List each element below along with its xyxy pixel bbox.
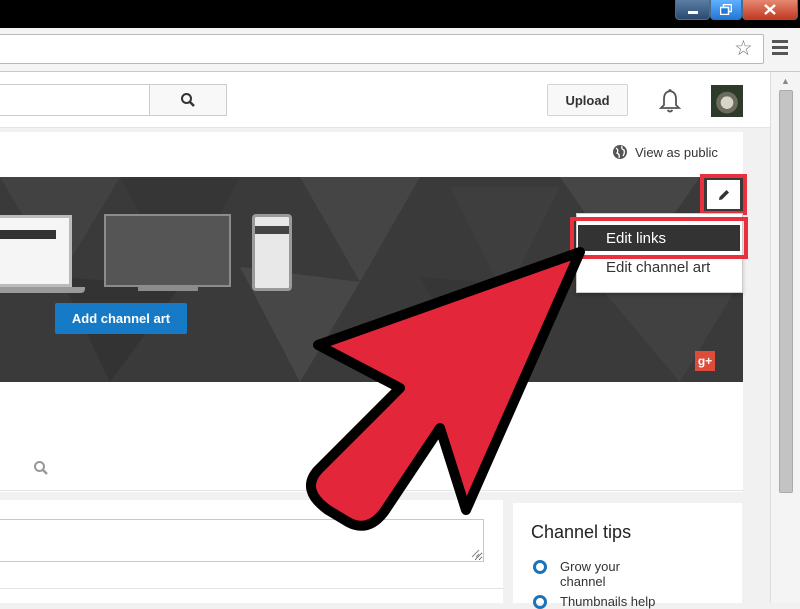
tv-preview-stand [138, 287, 198, 291]
maximize-icon [720, 4, 732, 15]
pencil-highlight-box [700, 174, 747, 215]
search-input[interactable] [0, 84, 150, 116]
menu-item-edit-channel-art[interactable]: Edit channel art [606, 259, 710, 276]
scrollbar-thumb[interactable] [779, 90, 793, 493]
card-divider [0, 588, 503, 589]
edit-links-highlight-box [570, 217, 748, 259]
address-bar[interactable] [0, 34, 764, 64]
view-as-public-link[interactable]: View as public [612, 144, 718, 160]
search-icon[interactable] [33, 460, 49, 476]
globe-icon [613, 145, 627, 159]
tip-item-thumbnails[interactable]: Thumbnails help [560, 594, 655, 609]
view-as-public-label: View as public [635, 144, 718, 160]
restore-button[interactable] [710, 0, 742, 20]
search-icon [181, 93, 195, 107]
minimize-button[interactable] [675, 0, 710, 20]
upload-button[interactable]: Upload [547, 84, 628, 116]
menu-icon[interactable] [772, 40, 788, 56]
laptop-preview [0, 215, 72, 287]
tip-item-grow[interactable]: Grow your channel [560, 559, 640, 589]
laptop-preview-base [0, 287, 85, 293]
close-icon [764, 4, 776, 15]
bell-icon[interactable] [658, 88, 682, 114]
minimize-icon [687, 10, 698, 14]
phone-preview-header [255, 226, 289, 234]
scroll-up-icon[interactable]: ▲ [781, 76, 790, 86]
tip-status-icon [533, 560, 547, 574]
search-button[interactable] [149, 84, 227, 116]
google-plus-icon[interactable]: g+ [695, 351, 715, 371]
channel-tips-title: Channel tips [531, 522, 632, 542]
tabs-divider [0, 490, 743, 491]
avatar[interactable] [711, 85, 743, 117]
tip-status-icon [533, 595, 547, 609]
close-button[interactable] [742, 0, 798, 20]
tv-preview [104, 214, 231, 287]
star-icon[interactable]: ☆ [734, 38, 753, 60]
laptop-preview-header [0, 230, 56, 239]
resize-grip-icon[interactable] [470, 548, 480, 558]
add-channel-art-button[interactable]: Add channel art [55, 303, 187, 334]
comment-textarea[interactable] [0, 519, 484, 562]
